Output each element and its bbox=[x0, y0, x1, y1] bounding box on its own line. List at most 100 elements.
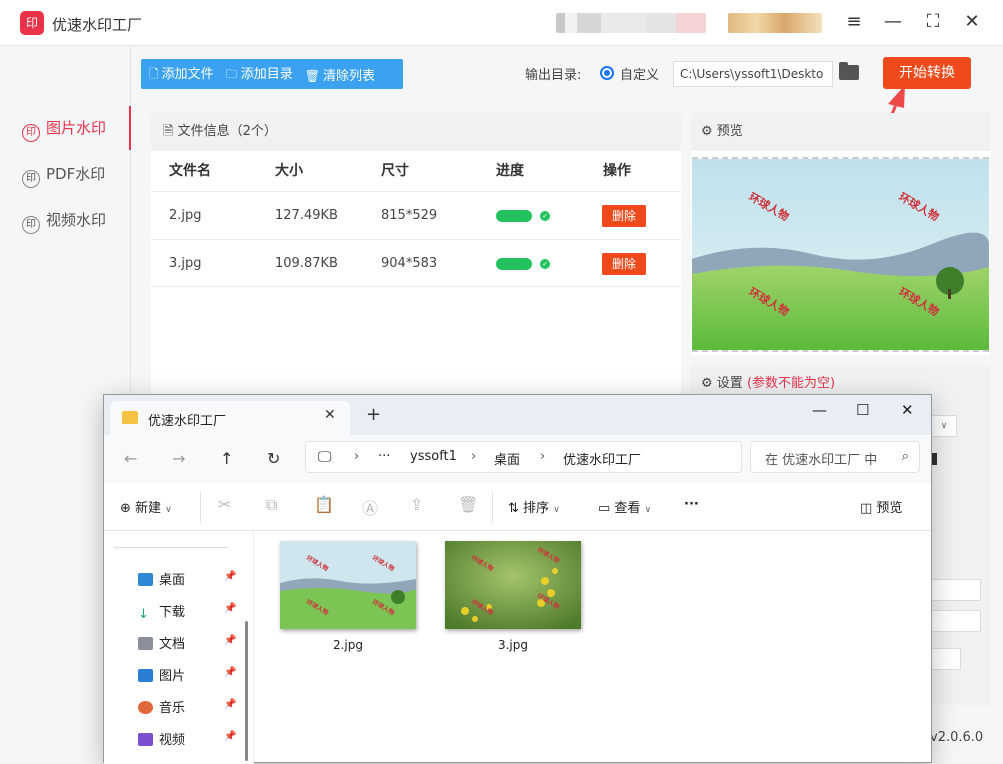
delete-button[interactable]: 删除 bbox=[602, 253, 646, 275]
preview-panel: ⚙ 预览 环球人物 环球人物 环球人物 环球人物 bbox=[691, 113, 990, 355]
browse-folder-icon[interactable] bbox=[839, 62, 859, 80]
column-header-action: 操作 bbox=[603, 163, 631, 179]
divider bbox=[114, 547, 229, 548]
pin-icon: 📌 bbox=[224, 667, 237, 678]
progress-bar bbox=[496, 258, 532, 270]
file-thumbnail[interactable]: 环球人物 环球人物 环球人物 环球人物 bbox=[445, 541, 581, 629]
nav-item-videos[interactable]: 视频 📌 bbox=[138, 729, 238, 751]
settings-spinner[interactable] bbox=[931, 610, 981, 632]
custom-dir-radio-label[interactable]: 自定义 bbox=[620, 64, 659, 83]
chevron-down-icon: ∨ bbox=[644, 505, 652, 515]
breadcrumb-item[interactable]: yssoft1 bbox=[410, 449, 457, 464]
column-header-size: 大小 bbox=[275, 163, 303, 179]
explorer-nav-bar: ← → ↑ ↻ 🖵 › ··· yssoft1 › 桌面 › 优速水印工厂 在 … bbox=[104, 435, 931, 483]
nav-item-desktop[interactable]: 桌面 📌 bbox=[138, 569, 238, 591]
watermark-icon: 印 bbox=[22, 170, 40, 188]
new-button[interactable]: ⊕ 新建 ∨ bbox=[120, 497, 172, 516]
desktop-icon bbox=[138, 573, 153, 586]
forward-arrow-icon[interactable]: → bbox=[172, 449, 185, 468]
pin-icon: 📌 bbox=[224, 603, 237, 614]
settings-dropdown[interactable]: ∨ bbox=[931, 415, 957, 437]
settings-spinner[interactable] bbox=[931, 648, 961, 670]
add-file-button[interactable]: 🗋 添加文件 bbox=[149, 63, 214, 86]
column-header-name: 文件名 bbox=[169, 163, 211, 179]
video-icon bbox=[138, 733, 153, 746]
app-version: v2.0.6.0 bbox=[930, 730, 984, 745]
gear-icon: ⚙ bbox=[701, 124, 717, 139]
table-row[interactable]: 3.jpg 109.87KB 904*583 ✓ 删除 bbox=[151, 239, 681, 287]
search-input[interactable]: 在 优速水印工厂 中 ⌕ bbox=[750, 441, 920, 473]
custom-dir-radio[interactable] bbox=[600, 66, 614, 80]
maximize-button[interactable]: ⛶ bbox=[921, 10, 945, 34]
explorer-tab[interactable]: 优速水印工厂 ✕ bbox=[110, 401, 350, 435]
sort-button[interactable]: ⇅ 排序 ∨ bbox=[508, 497, 560, 516]
refresh-icon[interactable]: ↻ bbox=[267, 449, 280, 468]
add-directory-button[interactable]: 🗀 添加目录 bbox=[226, 63, 293, 86]
output-path-input[interactable]: C:\Users\yssoft1\Deskto bbox=[673, 61, 833, 87]
clear-list-button[interactable]: 🗑 清除列表 bbox=[305, 65, 375, 84]
table-row[interactable]: 2.jpg 127.49KB 815*529 ✓ 删除 bbox=[151, 191, 681, 239]
nav-item-pictures[interactable]: 图片 📌 bbox=[138, 665, 238, 687]
paste-icon[interactable]: 📋 bbox=[314, 495, 334, 514]
sidebar-item-pdf-watermark[interactable]: 印 PDF水印 bbox=[0, 152, 131, 196]
nav-item-documents[interactable]: 文档 📌 bbox=[138, 633, 238, 655]
view-button[interactable]: ▭ 查看 ∨ bbox=[598, 497, 651, 516]
close-tab-icon[interactable]: ✕ bbox=[324, 407, 336, 423]
check-icon: ✓ bbox=[540, 211, 550, 221]
app-logo: 印 bbox=[20, 11, 44, 35]
start-convert-button[interactable]: 开始转换 bbox=[883, 57, 971, 89]
preview-pane-button[interactable]: ◫ 预览 bbox=[860, 497, 902, 516]
sidebar-item-image-watermark[interactable]: 印图片水印 bbox=[0, 106, 131, 150]
new-tab-button[interactable]: + bbox=[366, 406, 381, 424]
output-dir-label: 输出目录: bbox=[525, 68, 582, 83]
pin-icon: 📌 bbox=[224, 571, 237, 582]
minimize-button[interactable]: — bbox=[881, 10, 905, 34]
breadcrumb-item[interactable]: 桌面 bbox=[494, 449, 520, 468]
pin-icon: 📌 bbox=[224, 699, 237, 710]
explorer-maximize-button[interactable]: ☐ bbox=[856, 401, 869, 419]
sidebar-item-video-watermark[interactable]: 印视频水印 bbox=[0, 198, 131, 242]
settings-spinner[interactable] bbox=[931, 579, 981, 601]
preview-header: ⚙ 预览 bbox=[691, 113, 990, 151]
nav-scrollbar[interactable] bbox=[245, 621, 248, 761]
file-dims: 815*529 bbox=[381, 208, 438, 223]
sidebar-item-label: PDF水印 bbox=[46, 165, 106, 183]
divider bbox=[492, 491, 493, 523]
app-title: 优速水印工厂 bbox=[52, 16, 143, 34]
explorer-close-button[interactable]: ✕ bbox=[901, 401, 914, 419]
close-button[interactable]: ✕ bbox=[960, 10, 984, 34]
pin-icon: 📌 bbox=[224, 635, 237, 646]
explorer-minimize-button[interactable]: — bbox=[812, 401, 827, 419]
picture-icon bbox=[138, 669, 153, 682]
explorer-tab-bar: 优速水印工厂 ✕ + — ☐ ✕ bbox=[104, 395, 931, 435]
preview-pane-icon: ◫ bbox=[860, 501, 877, 516]
share-icon[interactable]: ⇪ bbox=[410, 495, 423, 514]
file-name-label[interactable]: 3.jpg bbox=[445, 638, 581, 652]
chevron-right-icon: › bbox=[540, 449, 546, 464]
delete-icon[interactable]: 🗑 bbox=[458, 495, 478, 514]
file-name: 3.jpg bbox=[169, 256, 202, 271]
nav-item-downloads[interactable]: ↓ 下载 📌 bbox=[138, 601, 238, 623]
pin-icon: 📌 bbox=[224, 731, 237, 742]
file-name-label[interactable]: 2.jpg bbox=[280, 638, 416, 652]
thumbnail-image-landscape: 环球人物 环球人物 环球人物 环球人物 bbox=[280, 541, 416, 629]
back-arrow-icon[interactable]: ← bbox=[124, 449, 137, 468]
copy-icon[interactable]: ⧉ bbox=[266, 495, 277, 515]
blurred-vip-badge[interactable] bbox=[728, 13, 822, 33]
column-header-progress: 进度 bbox=[496, 163, 524, 179]
file-explorer-window: 优速水印工厂 ✕ + — ☐ ✕ ← → ↑ ↻ 🖵 › ··· yssoft1… bbox=[103, 394, 932, 764]
file-info-panel: 🗎 文件信息（2个） 文件名 大小 尺寸 进度 操作 2.jpg 127.49K… bbox=[151, 113, 681, 403]
address-bar[interactable]: 🖵 › ··· yssoft1 › 桌面 › 优速水印工厂 bbox=[305, 441, 742, 473]
rename-icon[interactable]: Ⓐ bbox=[362, 495, 378, 519]
nav-item-music[interactable]: 音乐 📌 bbox=[138, 697, 238, 719]
menu-icon[interactable]: ≡ bbox=[842, 10, 866, 34]
file-thumbnail[interactable]: 环球人物 环球人物 环球人物 环球人物 bbox=[280, 541, 416, 629]
cut-icon[interactable]: ✂ bbox=[218, 495, 231, 514]
delete-button[interactable]: 删除 bbox=[602, 205, 646, 227]
breadcrumb-item[interactable]: 优速水印工厂 bbox=[563, 449, 641, 468]
ellipsis-icon[interactable]: ··· bbox=[378, 449, 390, 464]
more-options-button[interactable]: ··· bbox=[684, 497, 699, 512]
gear-icon: ⚙ bbox=[701, 376, 717, 391]
up-arrow-icon[interactable]: ↑ bbox=[220, 449, 233, 468]
plus-icon: ⊕ bbox=[120, 501, 136, 516]
